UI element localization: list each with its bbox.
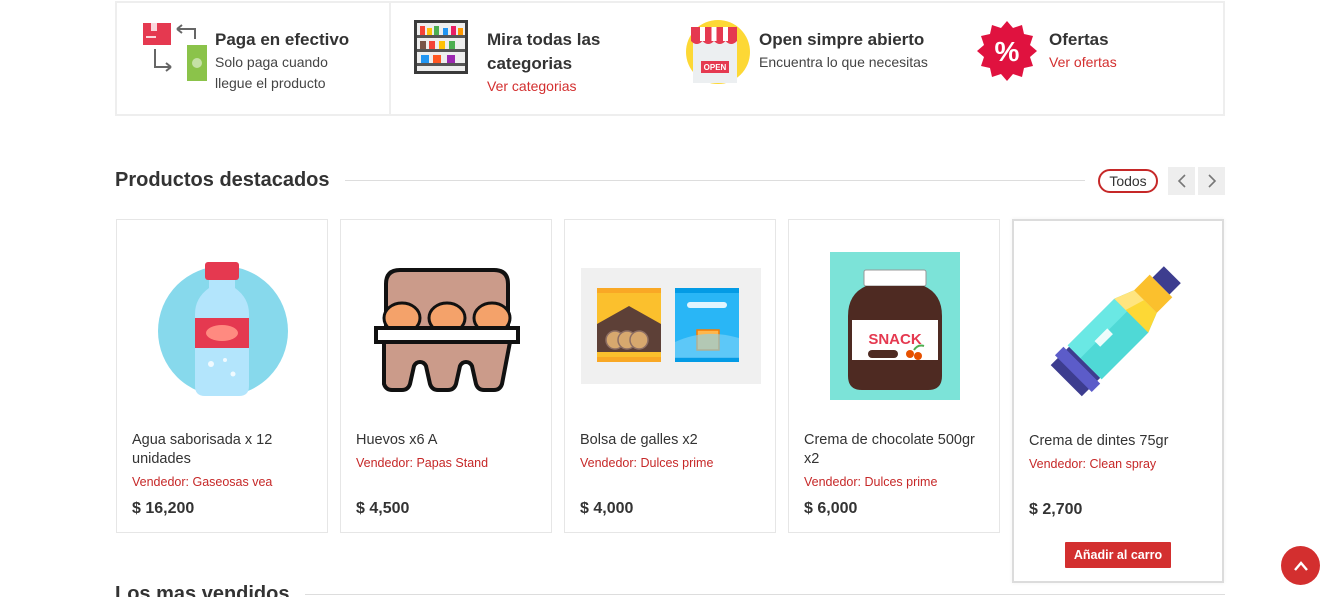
product-card[interactable]: Crema de dintes 75gr Vendedor: Clean spr… <box>1012 219 1224 583</box>
feature-subtitle: Solo paga cuando <box>215 54 328 70</box>
svg-text:OPEN: OPEN <box>704 63 727 72</box>
water-bottle-icon <box>133 236 313 416</box>
todos-button[interactable]: Todos <box>1098 169 1158 193</box>
product-price: $ 2,700 <box>1029 501 1083 518</box>
svg-text:%: % <box>995 36 1020 67</box>
product-vendor: Vendedor: Papas Stand <box>356 456 489 470</box>
product-vendor: Vendedor: Clean spray <box>1029 457 1157 471</box>
product-name[interactable]: Crema de dintes 75gr <box>1029 432 1214 451</box>
carousel-next-button[interactable] <box>1198 167 1225 195</box>
add-to-cart-button[interactable]: Añadir al carro <box>1065 542 1171 568</box>
section-title: Productos destacados <box>115 169 330 191</box>
scroll-to-top-button[interactable] <box>1281 546 1320 585</box>
carousel-prev-button[interactable] <box>1168 167 1195 195</box>
product-vendor: Vendedor: Gaseosas vea <box>132 475 273 489</box>
feature-open: OPEN Open simpre abierto Encuentra lo qu… <box>685 3 945 114</box>
feature-subtitle: Encuentra lo que necesitas <box>759 54 928 70</box>
product-vendor: Vendedor: Dulces prime <box>580 456 714 470</box>
feature-cash: Paga en efectivo Solo paga cuando llegue… <box>141 3 381 114</box>
feature-open-text: Open simpre abierto Encuentra lo que nec… <box>759 28 928 73</box>
feature-cash-text: Paga en efectivo Solo paga cuando llegue… <box>215 28 349 94</box>
product-name[interactable]: Crema de chocolate 500gr x2 <box>804 431 989 469</box>
feature-categories: Mira todas las categorias Ver categorias <box>413 3 673 114</box>
snack-jar-icon: SNACK <box>805 236 985 416</box>
feature-offers-text: Ofertas Ver ofertas <box>1049 28 1117 73</box>
product-name[interactable]: Agua saborisada x 12 unidades <box>132 431 317 469</box>
cookie-bags-icon <box>581 236 761 416</box>
cash-exchange-icon <box>141 19 207 83</box>
feature-title: Ofertas <box>1049 30 1109 49</box>
product-price: $ 6,000 <box>804 500 858 517</box>
section-divider <box>345 180 1085 181</box>
product-price: $ 16,200 <box>132 500 195 517</box>
feature-title: Mira todas las <box>487 30 601 49</box>
feature-offers: % Ofertas Ver ofertas <box>975 3 1215 114</box>
product-card[interactable]: Huevos x6 A Vendedor: Papas Stand $ 4,50… <box>340 219 552 533</box>
open-store-icon: OPEN <box>685 19 750 84</box>
features-strip: Paga en efectivo Solo paga cuando llegue… <box>115 1 1225 116</box>
feature-title: Open simpre abierto <box>759 30 925 49</box>
feature-title: categorias <box>487 54 573 73</box>
features-divider <box>389 3 391 114</box>
product-name[interactable]: Bolsa de galles x2 <box>580 431 765 450</box>
product-price: $ 4,500 <box>356 500 410 517</box>
feature-categories-text: Mira todas las categorias Ver categorias <box>487 28 600 97</box>
product-price: $ 4,000 <box>580 500 634 517</box>
next-section-title: Los mas vendidos <box>115 583 290 597</box>
product-vendor: Vendedor: Dulces prime <box>804 475 938 489</box>
feature-subtitle: llegue el producto <box>215 75 326 91</box>
toothpaste-icon <box>1030 237 1210 417</box>
product-card[interactable]: SNACK Crema de chocolate 500gr x2 Vended… <box>788 219 1000 533</box>
discount-badge-icon: % <box>975 19 1039 83</box>
chevron-left-icon <box>1177 174 1186 188</box>
egg-carton-icon <box>357 236 537 416</box>
store-shelves-icon <box>413 19 469 75</box>
ver-ofertas-link[interactable]: Ver ofertas <box>1049 52 1117 73</box>
product-name[interactable]: Huevos x6 A <box>356 431 541 450</box>
chevron-right-icon <box>1207 174 1216 188</box>
product-card[interactable]: Agua saborisada x 12 unidades Vendedor: … <box>116 219 328 533</box>
chevron-up-icon <box>1293 560 1308 571</box>
svg-text:SNACK: SNACK <box>868 331 922 348</box>
ver-categorias-link[interactable]: Ver categorias <box>487 76 600 97</box>
next-section-divider <box>305 594 1225 595</box>
feature-title: Paga en efectivo <box>215 30 350 49</box>
product-card[interactable]: Bolsa de galles x2 Vendedor: Dulces prim… <box>564 219 776 533</box>
